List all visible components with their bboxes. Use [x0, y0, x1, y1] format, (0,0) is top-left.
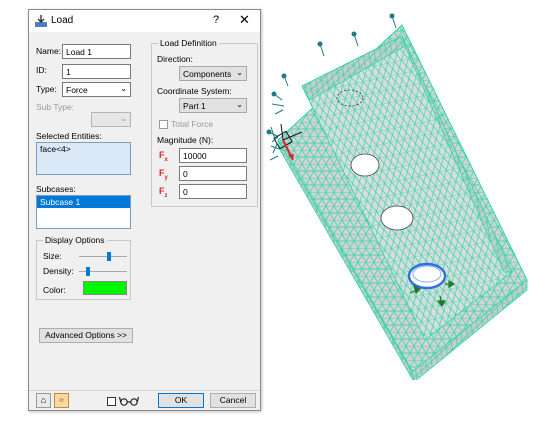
subtype-dropdown: ⌄	[91, 112, 131, 127]
total-force-checkbox[interactable]	[159, 120, 168, 129]
show-hide-button[interactable]: ⌂	[36, 393, 51, 408]
hole-2	[380, 205, 414, 231]
list-item[interactable]: face<4>	[37, 143, 130, 155]
footer-separator	[29, 390, 260, 391]
load-settings-icon: ≈	[59, 395, 64, 405]
coordinate-system-label: Coordinate System:	[157, 86, 232, 96]
dialog-title: Load	[51, 15, 74, 26]
chevron-down-icon: ⌄	[236, 100, 243, 109]
list-item[interactable]: Subcase 1	[37, 196, 130, 208]
fea-model-viewport[interactable]	[262, 10, 539, 380]
subcases-label: Subcases:	[36, 184, 76, 194]
advanced-options-button[interactable]: Advanced Options >>	[39, 328, 133, 343]
color-swatch[interactable]	[83, 281, 127, 295]
display-options-group: Display Options Size: Density: Color:	[36, 235, 131, 300]
load-definition-group: Load Definition Direction: Components ⌄ …	[151, 38, 258, 207]
size-slider-track[interactable]	[79, 256, 127, 257]
title-bar: Load ? ✕	[29, 10, 260, 32]
fy-symbol: Fy	[159, 168, 168, 181]
subcases-list[interactable]: Subcase 1	[36, 195, 131, 229]
direction-dropdown[interactable]: Components ⌄	[179, 66, 247, 81]
display-options-title: Display Options	[43, 235, 107, 245]
fx-symbol: Fx	[159, 150, 168, 163]
load-settings-button[interactable]: ≈	[54, 393, 69, 408]
chevron-down-icon: ⌄	[120, 84, 127, 93]
density-label: Density:	[43, 266, 74, 276]
load-definition-title: Load Definition	[158, 38, 219, 48]
subtype-label: Sub Type:	[36, 102, 75, 112]
direction-value: Components	[183, 69, 232, 79]
preview-checkbox[interactable]	[107, 397, 116, 406]
coordinate-system-value: Part 1	[183, 101, 206, 111]
color-label: Color:	[43, 285, 66, 295]
name-label: Name:	[36, 46, 62, 56]
coordinate-system-dropdown[interactable]: Part 1 ⌄	[179, 98, 247, 113]
home-icon: ⌂	[40, 395, 47, 405]
cancel-button[interactable]: Cancel	[210, 393, 256, 408]
help-button[interactable]: ?	[213, 14, 219, 26]
density-slider-thumb[interactable]	[86, 267, 90, 276]
magnitude-label: Magnitude (N):	[157, 135, 214, 145]
direction-label: Direction:	[157, 54, 193, 64]
hole-1	[350, 153, 380, 177]
chevron-down-icon: ⌄	[120, 114, 127, 123]
id-label: ID:	[36, 65, 47, 75]
selected-entities-list[interactable]: face<4>	[36, 142, 131, 175]
name-field[interactable]: Load 1	[62, 44, 131, 59]
fz-symbol: Fz	[159, 186, 168, 199]
fy-field[interactable]: 0	[179, 166, 247, 181]
type-value: Force	[66, 85, 88, 95]
load-app-icon	[35, 15, 47, 27]
type-label: Type:	[36, 84, 57, 94]
size-label: Size:	[43, 251, 62, 261]
hole-selected-face[interactable]	[407, 262, 447, 290]
id-field[interactable]: 1	[62, 64, 131, 79]
load-dialog: Load ? ✕ Name: Load 1 ID: 1 Type: Force …	[28, 9, 261, 411]
ok-button[interactable]: OK	[158, 393, 204, 408]
chevron-down-icon: ⌄	[236, 68, 243, 77]
total-force-label: Total Force	[171, 119, 214, 129]
size-slider-thumb[interactable]	[107, 252, 111, 261]
type-dropdown[interactable]: Force ⌄	[62, 82, 131, 97]
selected-entities-label: Selected Entities:	[36, 131, 102, 141]
fz-field[interactable]: 0	[179, 184, 247, 199]
fx-field[interactable]: 10000	[179, 148, 247, 163]
glasses-icon	[119, 396, 139, 406]
close-button[interactable]: ✕	[239, 12, 250, 28]
